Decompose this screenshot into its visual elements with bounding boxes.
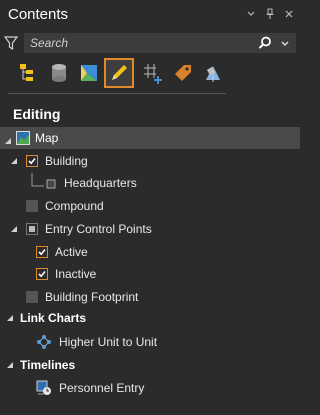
toolbar-divider — [8, 93, 226, 94]
pane-titlebar: Contents — [0, 0, 300, 32]
headquarters-label: Headquarters — [64, 176, 137, 190]
collapse-caret-icon[interactable] — [10, 157, 18, 165]
tree-row-headquarters[interactable]: Headquarters — [30, 173, 137, 193]
tree-row-map[interactable]: Map — [0, 127, 300, 149]
pane-title: Contents — [8, 6, 69, 23]
compound-checkbox[interactable] — [26, 200, 38, 212]
active-label: Active — [55, 245, 88, 259]
entry-control-points-checkbox[interactable] — [26, 223, 38, 235]
inactive-label: Inactive — [55, 267, 97, 281]
higher-unit-to-unit-label: Higher Unit to Unit — [59, 335, 158, 349]
tree-row-higher-unit-to-unit[interactable]: Higher Unit to Unit — [36, 332, 157, 352]
search-options-chevron-icon[interactable] — [280, 38, 290, 48]
chevron-down-icon[interactable] — [246, 8, 256, 20]
building-label: Building — [45, 154, 88, 168]
tree-row-compound[interactable]: Compound — [26, 196, 104, 216]
entry-control-points-label: Entry Control Points — [45, 222, 152, 236]
section-link-charts[interactable]: Link Charts — [6, 308, 86, 328]
tree-row-personnel-entry[interactable]: Personnel Entry — [36, 378, 144, 398]
contents-toolbar — [14, 56, 230, 92]
tree-row-entry-control-points[interactable]: Entry Control Points — [10, 219, 152, 239]
collapse-caret-icon[interactable] — [6, 314, 14, 322]
search-input[interactable] — [30, 33, 240, 53]
list-by-snapping-icon[interactable] — [138, 58, 168, 88]
tree-row-building-footprint[interactable]: Building Footprint — [26, 287, 138, 307]
list-by-drawing-order-icon[interactable] — [14, 58, 44, 88]
list-by-labeling-icon[interactable] — [168, 58, 198, 88]
search-row — [0, 33, 300, 53]
legend-connector-icon — [30, 173, 60, 193]
collapse-caret-icon[interactable] — [4, 134, 12, 144]
link-chart-icon — [36, 334, 52, 350]
search-icon[interactable] — [258, 36, 272, 50]
map-icon — [16, 131, 30, 145]
list-by-data-source-icon[interactable] — [44, 58, 74, 88]
building-checkbox[interactable] — [26, 155, 38, 167]
inactive-checkbox[interactable] — [36, 268, 48, 280]
close-icon[interactable] — [284, 8, 294, 20]
collapse-caret-icon[interactable] — [10, 225, 18, 233]
timeline-icon — [36, 380, 52, 396]
window-controls — [246, 8, 294, 20]
list-by-editing-icon[interactable] — [104, 58, 134, 88]
search-box — [24, 33, 296, 53]
map-label: Map — [35, 131, 59, 145]
personnel-entry-label: Personnel Entry — [59, 381, 145, 395]
collapse-caret-icon[interactable] — [6, 361, 14, 369]
list-by-selection-icon[interactable] — [74, 58, 104, 88]
tree-row-inactive[interactable]: Inactive — [36, 264, 96, 284]
filter-icon[interactable] — [3, 35, 19, 51]
active-checkbox[interactable] — [36, 246, 48, 258]
compound-label: Compound — [45, 199, 104, 213]
link-charts-label: Link Charts — [20, 311, 87, 325]
list-heading: Editing — [13, 106, 61, 122]
section-timelines[interactable]: Timelines — [6, 355, 75, 375]
building-footprint-label: Building Footprint — [45, 290, 139, 304]
tree-row-active[interactable]: Active — [36, 242, 88, 262]
timelines-label: Timelines — [20, 358, 76, 372]
list-by-perspective-imagery-icon[interactable] — [198, 58, 228, 88]
building-footprint-checkbox[interactable] — [26, 291, 38, 303]
tree-row-building[interactable]: Building — [10, 151, 88, 171]
pin-icon[interactable] — [265, 8, 275, 20]
